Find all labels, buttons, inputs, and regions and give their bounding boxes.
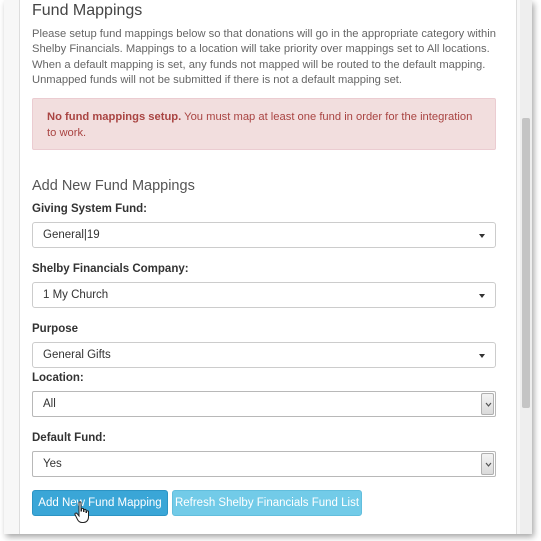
error-alert: No fund mappings setup. You must map at … (32, 98, 496, 150)
company-label: Shelby Financials Company: (32, 263, 189, 275)
hand-cursor-icon (74, 501, 89, 523)
location-value: All (43, 398, 56, 410)
scrollbar-thumb[interactable] (522, 118, 530, 408)
page-description: Please setup fund mappings below so that… (32, 28, 496, 87)
dropdown-button[interactable] (481, 393, 494, 415)
section-title: Add New Fund Mappings (32, 178, 195, 194)
purpose-label: Purpose (32, 323, 79, 335)
window-frame: Fund Mappings Please setup fund mappings… (4, 0, 532, 534)
location-select[interactable]: All (32, 391, 496, 417)
chevron-down-icon (485, 402, 492, 407)
default-fund-label: Default Fund: (32, 432, 107, 444)
giving-fund-label: Giving System Fund: (32, 203, 148, 215)
add-fund-mapping-button[interactable]: Add New Fund Mapping (32, 490, 168, 516)
refresh-fund-list-button[interactable]: Refresh Shelby Financials Fund List (172, 490, 362, 516)
giving-fund-select[interactable]: General|19 (32, 222, 496, 248)
chevron-down-icon (485, 462, 492, 467)
default-fund-select[interactable]: Yes (32, 451, 496, 477)
purpose-value: General Gifts (43, 349, 111, 361)
chevron-down-icon (479, 294, 485, 298)
chevron-down-icon (479, 234, 485, 238)
purpose-select[interactable]: General Gifts (32, 342, 496, 368)
location-label: Location: (32, 372, 84, 384)
default-fund-value: Yes (43, 458, 62, 470)
chevron-down-icon (479, 354, 485, 358)
dropdown-button[interactable] (481, 453, 494, 475)
vertical-scrollbar[interactable] (520, 0, 532, 534)
giving-fund-value: General|19 (43, 229, 100, 241)
page-title: Fund Mappings (32, 2, 143, 19)
company-value: 1 My Church (43, 289, 109, 301)
company-select[interactable]: 1 My Church (32, 282, 496, 308)
alert-strong-text: No fund mappings setup. (47, 111, 182, 123)
